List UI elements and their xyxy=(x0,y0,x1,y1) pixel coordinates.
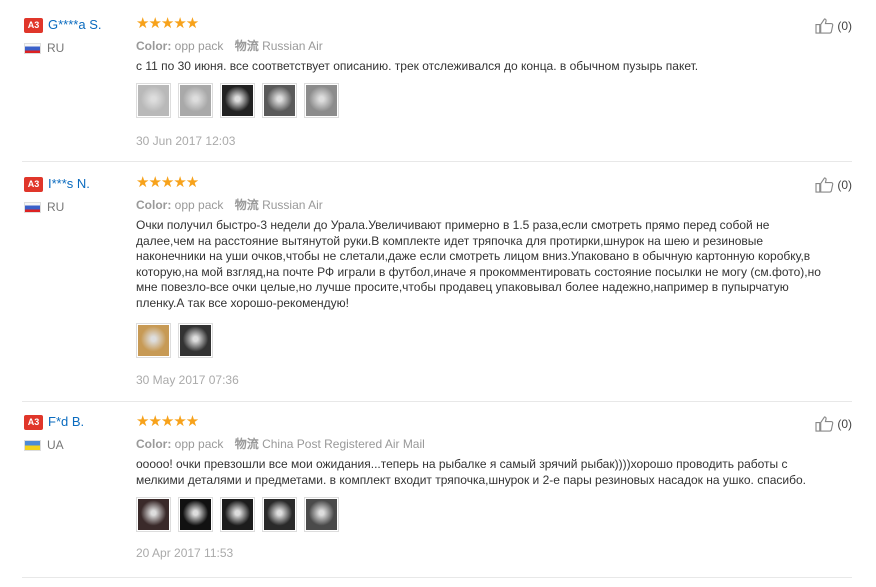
reviewer-country: UA xyxy=(47,438,64,452)
helpful-count: (0) xyxy=(837,416,852,431)
review-photo[interactable] xyxy=(136,497,171,532)
color-value: opp pack xyxy=(174,437,224,451)
helpful-button[interactable]: (0) xyxy=(815,415,852,432)
review-photo[interactable] xyxy=(262,497,297,532)
review-photo[interactable] xyxy=(304,497,339,532)
color-label: Color: xyxy=(136,437,172,451)
review-photo[interactable] xyxy=(220,497,255,532)
reviewer-name[interactable]: F*d B. xyxy=(48,414,84,429)
review-item: A3 F*d B. UA ★★★★★ Color: opp pack 物流 Ch… xyxy=(22,0,852,576)
order-info: Color: opp pack 物流 China Post Registered… xyxy=(136,435,425,452)
review-photos xyxy=(136,497,339,532)
shipping-label: 物流 xyxy=(234,437,259,451)
buyer-level-badge: A3 xyxy=(24,415,43,430)
review-date: 20 Apr 2017 11:53 xyxy=(136,546,234,560)
country-flag-icon xyxy=(24,440,41,451)
thumbs-up-icon xyxy=(815,416,834,432)
review-text: ооооо! очки превзошли все мои ожидания..… xyxy=(136,457,806,487)
star-rating: ★★★★★ xyxy=(136,413,199,430)
review-photo[interactable] xyxy=(178,497,213,532)
review-divider xyxy=(22,577,852,578)
shipping-value: China Post Registered Air Mail xyxy=(262,437,425,451)
